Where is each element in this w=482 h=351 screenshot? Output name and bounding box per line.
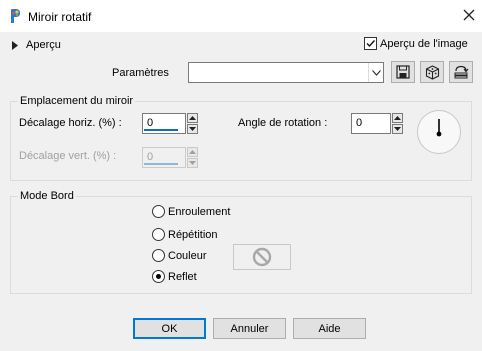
dice-icon xyxy=(425,64,439,80)
horiz-offset-up-button[interactable] xyxy=(187,113,198,123)
reset-default-icon xyxy=(454,65,469,79)
horiz-offset-input[interactable]: 0 xyxy=(142,113,186,134)
radio-label: Enroulement xyxy=(168,205,231,218)
arrow-up-icon xyxy=(189,150,196,154)
help-button[interactable]: Aide xyxy=(293,318,366,339)
presets-label: Paramètres xyxy=(112,67,169,79)
horiz-offset-slider-bar[interactable] xyxy=(144,129,178,131)
radio-label: Répétition xyxy=(168,228,218,241)
radio-button[interactable] xyxy=(152,270,165,283)
presets-dropdown[interactable] xyxy=(188,62,384,83)
cancel-button[interactable]: Annuler xyxy=(213,318,286,339)
radio-repeat[interactable]: Répétition xyxy=(152,228,218,241)
arrow-down-icon xyxy=(394,127,401,131)
vert-offset-input: 0 xyxy=(142,147,186,168)
radio-label: Reflet xyxy=(168,270,197,283)
close-icon xyxy=(463,9,475,21)
checkmark-icon xyxy=(366,40,376,48)
radio-button[interactable] xyxy=(152,249,165,262)
presets-dropdown-arrow[interactable] xyxy=(368,63,383,82)
rotation-angle-value: 0 xyxy=(356,117,363,129)
image-preview-label: Aperçu de l'image xyxy=(380,37,468,50)
vert-offset-up-button xyxy=(187,147,198,157)
vert-offset-slider-bar xyxy=(144,163,178,165)
close-button[interactable] xyxy=(462,8,476,22)
radio-button[interactable] xyxy=(152,205,165,218)
window-title: Miroir rotatif xyxy=(28,10,92,24)
mirror-location-title: Emplacement du miroir xyxy=(18,95,136,107)
arrow-up-icon xyxy=(394,116,401,120)
preview-toggle-label: Aperçu xyxy=(26,39,61,51)
radio-color[interactable]: Couleur xyxy=(152,249,207,262)
image-preview-checkbox[interactable]: Aperçu de l'image xyxy=(364,37,468,50)
rotation-dial[interactable] xyxy=(417,110,461,154)
no-symbol-icon xyxy=(252,247,272,267)
horiz-offset-value: 0 xyxy=(147,117,154,129)
rotation-angle-input[interactable]: 0 xyxy=(351,113,391,134)
edge-mode-title: Mode Bord xyxy=(18,190,76,202)
ok-button[interactable]: OK xyxy=(133,318,206,339)
vert-offset-spinner: 0 xyxy=(142,147,198,168)
rotation-angle-spinner[interactable]: 0 xyxy=(351,113,403,134)
randomize-button[interactable] xyxy=(420,61,444,83)
horiz-offset-label: Décalage horiz. (%) : xyxy=(19,117,122,129)
vert-offset-down-button xyxy=(187,158,198,168)
triangle-right-icon xyxy=(12,40,18,50)
app-icon xyxy=(8,8,22,24)
chevron-down-icon xyxy=(371,69,381,76)
horiz-offset-spinner[interactable]: 0 xyxy=(142,113,198,134)
save-preset-button[interactable] xyxy=(391,61,415,83)
radio-button[interactable] xyxy=(152,228,165,241)
arrow-up-icon xyxy=(189,116,196,120)
preview-toggle[interactable]: Aperçu xyxy=(12,38,61,52)
reset-default-button[interactable] xyxy=(449,61,473,83)
horiz-offset-down-button[interactable] xyxy=(187,124,198,134)
radio-reflect[interactable]: Reflet xyxy=(152,270,197,283)
arrow-down-icon xyxy=(189,161,196,165)
radio-label: Couleur xyxy=(168,249,207,262)
rotation-angle-label: Angle de rotation : xyxy=(238,117,328,129)
rotation-angle-up-button[interactable] xyxy=(392,113,403,123)
save-disk-icon xyxy=(396,65,410,79)
vert-offset-label: Décalage vert. (%) : xyxy=(19,150,117,162)
checkbox-box[interactable] xyxy=(364,37,377,50)
rotation-angle-down-button[interactable] xyxy=(392,124,403,134)
arrow-down-icon xyxy=(189,127,196,131)
vert-offset-value: 0 xyxy=(147,151,154,163)
rotation-dial-icon xyxy=(436,119,442,137)
edge-color-swatch xyxy=(233,244,291,270)
radio-wrap[interactable]: Enroulement xyxy=(152,205,230,218)
